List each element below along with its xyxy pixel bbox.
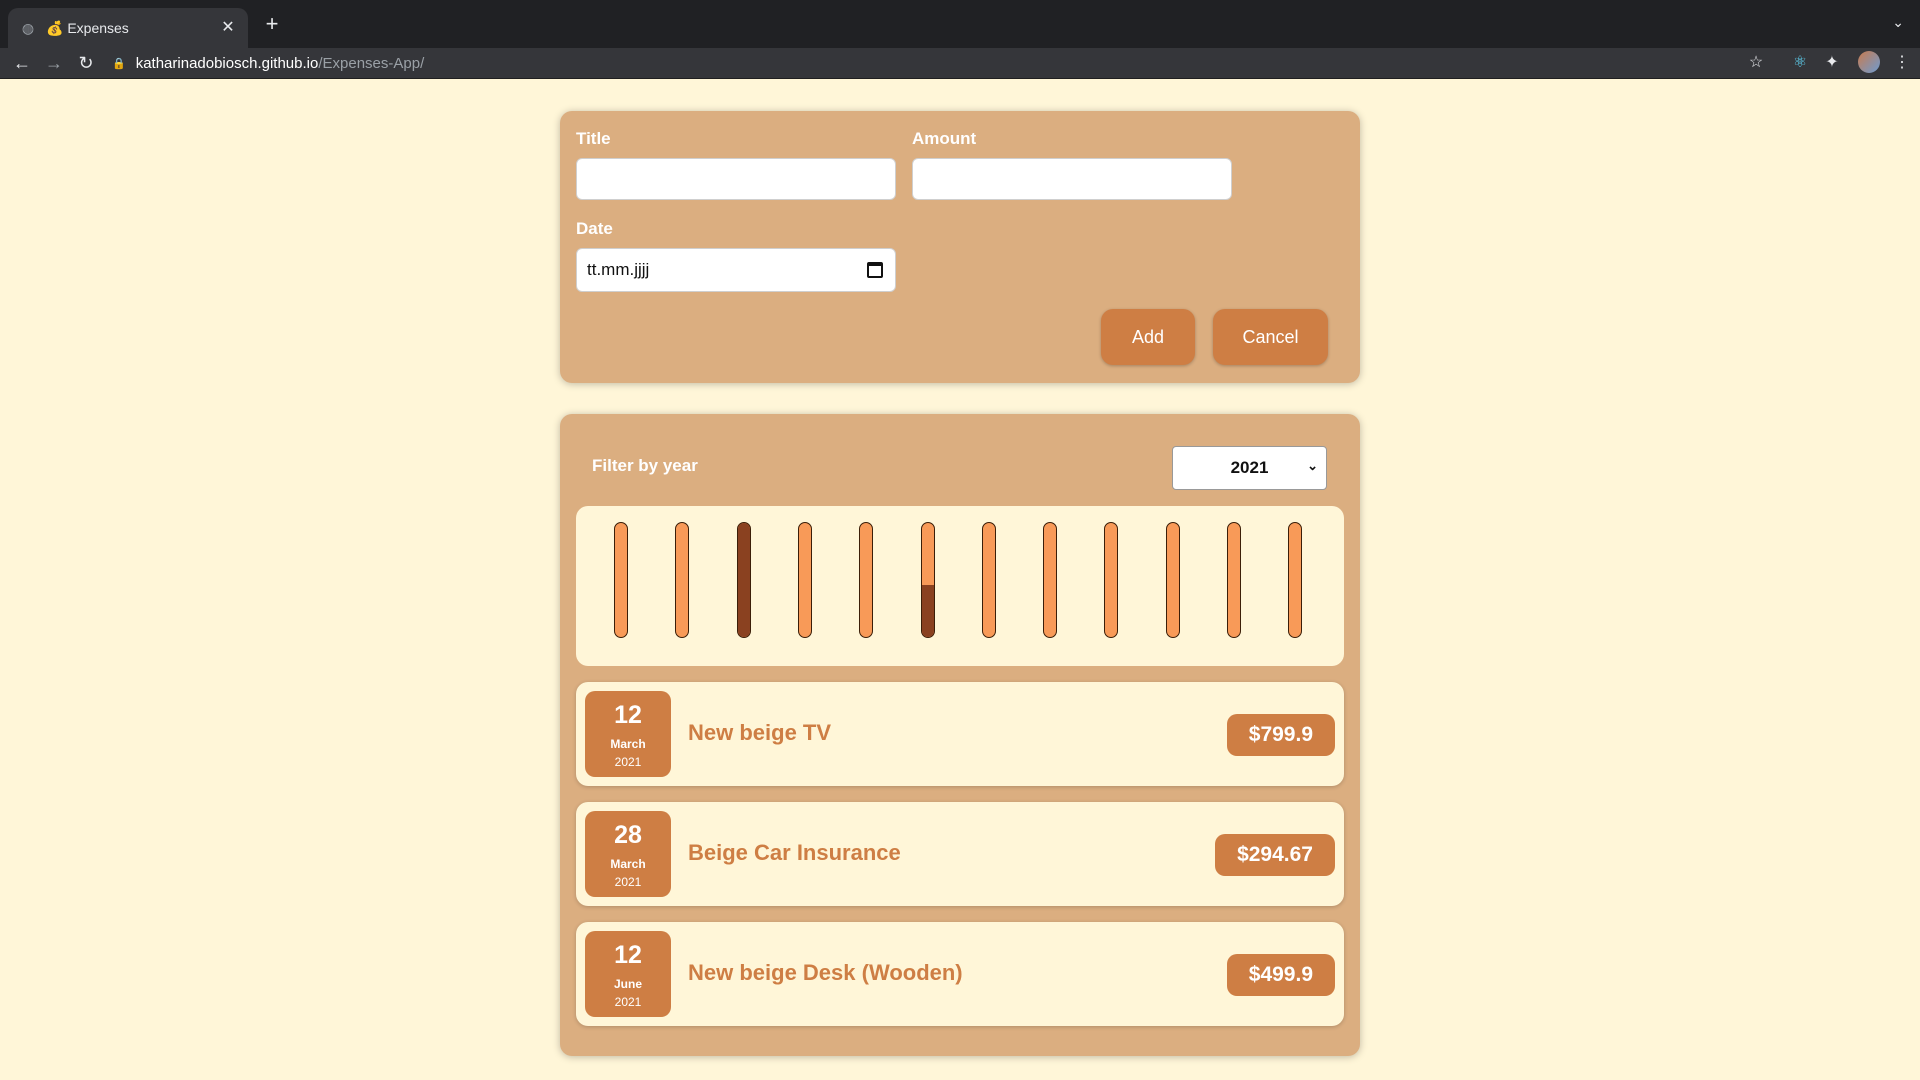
- cancel-button[interactable]: Cancel: [1213, 309, 1328, 365]
- chart-bar-apr: [798, 522, 812, 638]
- expense-date-month: June: [613, 977, 642, 991]
- expense-date-month: March: [610, 737, 646, 751]
- back-arrow-icon[interactable]: ←: [10, 51, 34, 75]
- expense-item: 12 March 2021 New beige TV $799.9: [576, 682, 1344, 786]
- chart-bar-sep: [1104, 522, 1118, 638]
- chart-bar-jan: [614, 522, 628, 638]
- tab-title: 💰 Expenses: [46, 19, 129, 36]
- chart-bar-jul: [982, 522, 996, 638]
- chart-bar-jun: [921, 522, 935, 638]
- year-select-value: 2021: [1230, 458, 1269, 477]
- chart-bar-dec: [1288, 522, 1302, 638]
- expenses-card: Filter by year 2021 ⌄ 12 March 2021 New bei…: [560, 414, 1360, 1056]
- browser-toolbar: ← → ↻ 🔒 katharinadobiosch.github.io/Expe…: [0, 48, 1920, 79]
- chevron-down-icon[interactable]: ⌄: [1892, 14, 1904, 31]
- expense-date-month: March: [610, 857, 646, 871]
- browser-tab-strip: ◍ 💰 Expenses ✕ + ⌄: [0, 0, 1920, 48]
- menu-dots-icon[interactable]: ⋮: [1890, 51, 1914, 75]
- new-expense-form: Title Amount Date tt.mm.jjjj Add Cancel: [560, 111, 1360, 383]
- date-label: Date: [576, 219, 613, 238]
- expense-title: New beige Desk (Wooden): [688, 960, 963, 985]
- date-placeholder: tt.mm.jjjj: [587, 260, 650, 279]
- extensions-puzzle-icon[interactable]: ✦: [1820, 51, 1844, 75]
- title-input[interactable]: [576, 158, 896, 200]
- amount-label: Amount: [912, 129, 977, 148]
- expense-date-day: 28: [614, 821, 642, 849]
- amount-input[interactable]: [912, 158, 1232, 200]
- chevron-down-icon: ⌄: [1307, 458, 1318, 473]
- filter-label: Filter by year: [592, 456, 698, 475]
- forward-arrow-icon[interactable]: →: [42, 51, 66, 75]
- chart-bar-mar: [737, 522, 751, 638]
- close-tab-icon[interactable]: ✕: [218, 18, 238, 38]
- react-devtools-icon[interactable]: ⚛: [1788, 51, 1812, 75]
- monthly-expenses-chart: [576, 506, 1344, 666]
- chart-bar-fill: [922, 584, 934, 637]
- chart-bar-nov: [1227, 522, 1241, 638]
- expense-date-day: 12: [614, 701, 642, 729]
- expense-amount: $799.9: [1226, 714, 1335, 756]
- chart-bar-may: [859, 522, 873, 638]
- expense-amount: $294.67: [1215, 834, 1335, 876]
- expense-title: Beige Car Insurance: [688, 840, 901, 865]
- expense-date-year: 2021: [614, 755, 642, 769]
- expense-date-year: 2021: [614, 995, 642, 1009]
- expense-date: 28 March 2021: [585, 811, 671, 897]
- expense-item: 12 June 2021 New beige Desk (Wooden) $499.9: [576, 922, 1344, 1026]
- chart-bar-aug: [1043, 522, 1057, 638]
- page-content: Title Amount Date tt.mm.jjjj Add Cancel …: [0, 79, 1920, 1080]
- expense-date: 12 June 2021: [585, 931, 671, 1017]
- calendar-icon[interactable]: [867, 262, 883, 278]
- url-path: /Expenses-App/: [318, 54, 425, 72]
- chart-bar-feb: [675, 522, 689, 638]
- expense-date-year: 2021: [614, 875, 642, 889]
- reload-icon[interactable]: ↻: [74, 51, 98, 75]
- url-host: katharinadobiosch.github.io: [135, 54, 319, 72]
- title-label: Title: [576, 129, 611, 148]
- add-button[interactable]: Add: [1101, 309, 1195, 365]
- expense-date: 12 March 2021: [585, 691, 671, 777]
- new-tab-icon[interactable]: +: [260, 12, 284, 36]
- expense-item: 28 March 2021 Beige Car Insurance $294.67: [576, 802, 1344, 906]
- lock-icon: 🔒: [112, 57, 126, 70]
- browser-tab[interactable]: ◍ 💰 Expenses ✕: [8, 8, 248, 48]
- date-input[interactable]: tt.mm.jjjj: [576, 248, 896, 292]
- chart-bar-fill: [738, 523, 750, 637]
- expense-title: New beige TV: [688, 720, 832, 745]
- expense-date-day: 12: [614, 941, 642, 969]
- year-select[interactable]: 2021 ⌄: [1172, 446, 1327, 490]
- expense-amount: $499.9: [1226, 954, 1335, 996]
- globe-icon: ◍: [21, 20, 35, 36]
- chart-bar-oct: [1166, 522, 1180, 638]
- profile-avatar-icon[interactable]: [1858, 51, 1880, 73]
- star-icon[interactable]: ☆: [1744, 51, 1768, 75]
- address-bar[interactable]: 🔒 katharinadobiosch.github.io/Expenses-A…: [112, 48, 1800, 78]
